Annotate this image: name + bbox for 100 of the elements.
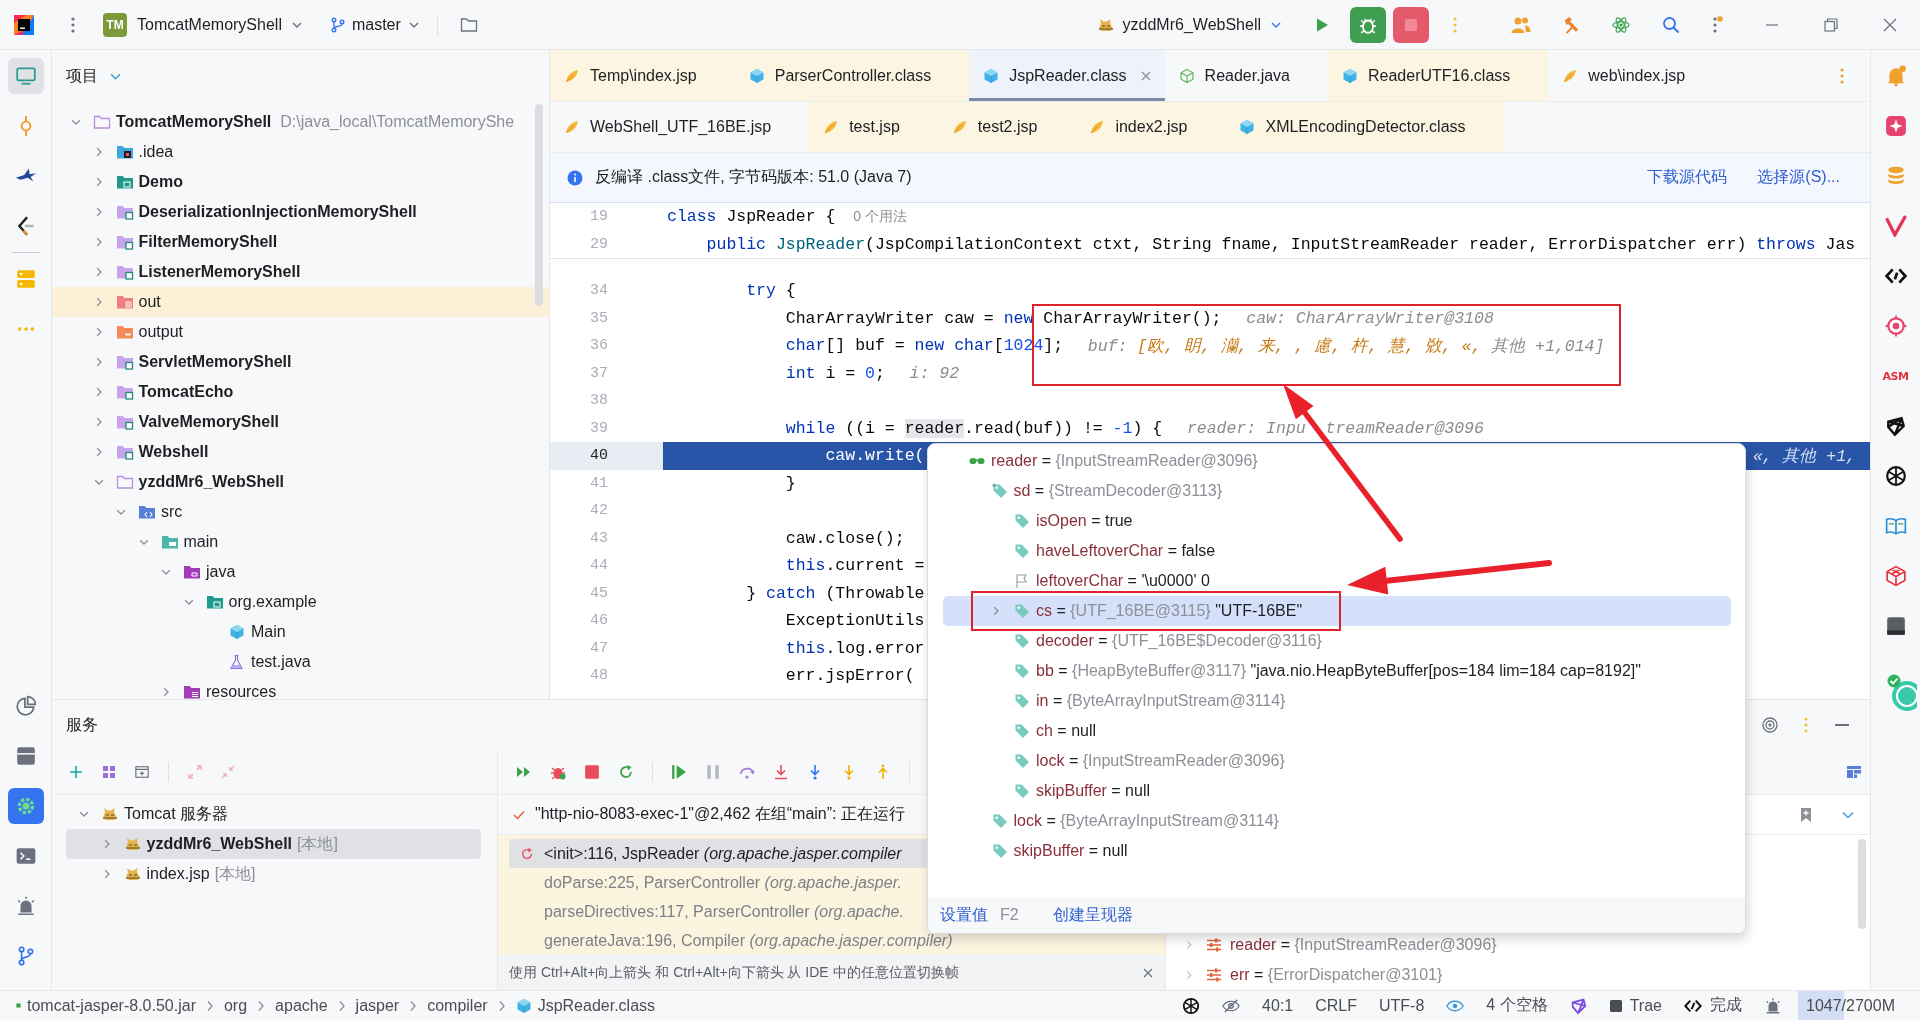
variable-entry[interactable]: in = {ByteArrayInputStream@3114} — [1036, 692, 1286, 710]
tree-item[interactable]: resources — [206, 683, 277, 699]
tree-item[interactable]: java — [206, 563, 236, 581]
tree-item[interactable]: DeserializationInjectionMemoryShell — [138, 203, 417, 221]
highlighted-row[interactable]: out — [52, 287, 549, 317]
branch-selector[interactable]: master — [329, 7, 419, 42]
chevron-icon[interactable] — [79, 809, 89, 819]
target-icon[interactable] — [1884, 315, 1907, 337]
editor-tab[interactable]: test.jsp — [809, 102, 938, 152]
more-icon[interactable] — [1840, 68, 1844, 84]
editor-tab[interactable]: Temp\index.jsp — [550, 50, 735, 101]
chevron-down-icon[interactable] — [1842, 810, 1854, 819]
variable-entry[interactable]: skipBuffer = null — [1036, 782, 1150, 800]
chevron-icon[interactable] — [183, 597, 194, 607]
tree-item[interactable]: Main — [251, 623, 286, 641]
wheel-icon[interactable] — [1884, 465, 1907, 487]
editor-tab[interactable]: ReaderUTF16.class — [1328, 50, 1549, 101]
breadcrumb[interactable]: jasper — [355, 996, 400, 1015]
tree-item[interactable]: .idea — [138, 143, 174, 161]
set-value-link[interactable]: 设置值 — [940, 904, 988, 926]
thread-selector[interactable]: "http-nio-8083-exec-1"@2,462 在组“main”: 正在运行 — [535, 804, 905, 825]
menu-icon[interactable] — [71, 16, 75, 33]
editor-tab[interactable]: JspReader.class — [969, 50, 1165, 101]
variable-entry[interactable]: isOpen = true — [1036, 512, 1133, 530]
selected-row[interactable]: yzddMr6_WebShell [本地] — [66, 829, 481, 859]
chevron-icon[interactable] — [138, 537, 149, 547]
variable-entry[interactable]: skipBuffer = null — [1013, 842, 1128, 860]
editor-tab[interactable]: ParserController.class — [734, 50, 970, 101]
tree-item[interactable]: index.jsp — [146, 865, 210, 883]
scrollbar-thumb[interactable] — [1858, 839, 1866, 929]
tree-item[interactable]: src — [161, 503, 183, 521]
people-icon[interactable] — [1511, 15, 1531, 34]
atom-icon[interactable] — [1611, 15, 1631, 34]
resume-all-icon[interactable] — [516, 764, 532, 780]
editor-tab[interactable]: web\index.jsp — [1548, 50, 1724, 101]
ai-status[interactable]: 完成 — [1710, 995, 1742, 1016]
editor-tab[interactable]: test2.jsp — [937, 102, 1076, 152]
chevron-icon[interactable] — [161, 567, 171, 577]
close-icon[interactable] — [1143, 967, 1153, 978]
editor-tab[interactable]: Reader.java — [1164, 50, 1328, 101]
tree-item[interactable]: org.example — [228, 593, 317, 611]
variable-entry[interactable]: reader = {InputStreamReader@3096} — [1230, 936, 1497, 954]
stack-frame[interactable]: <init>:116, JspReader (org.apache.jasper.compiler — [544, 844, 902, 863]
variable-entry[interactable]: ch = null — [1036, 722, 1097, 740]
sparkle-icon[interactable] — [1884, 115, 1907, 137]
chevron-icon[interactable] — [1184, 970, 1194, 980]
tree-item[interactable]: FilterMemoryShell — [138, 233, 278, 251]
chevron-icon[interactable] — [991, 606, 1001, 616]
book-icon[interactable] — [1884, 515, 1907, 537]
panel-title[interactable]: 项目 — [66, 65, 98, 87]
editor-tab[interactable]: index2.jsp — [1075, 102, 1226, 152]
variable-entry[interactable]: bb = {HeapByteBuffer@3117} "java.nio.HeapByteBuffer[pos=184 lim=184 cap=8192]" — [1036, 662, 1641, 680]
stack-frame[interactable]: generateJava:196, Compiler (org.apache.jasper.compiler) — [544, 931, 953, 950]
wheel-icon[interactable] — [1182, 996, 1201, 1015]
tree-item[interactable]: ListenerMemoryShell — [138, 263, 301, 281]
folder-icon[interactable] — [459, 16, 478, 33]
search-icon[interactable] — [1661, 15, 1681, 34]
pause-icon[interactable] — [705, 764, 721, 780]
app-logo-icon[interactable] — [14, 14, 34, 35]
step-into-icon[interactable] — [773, 764, 789, 780]
selected-tool-button[interactable] — [7, 788, 44, 824]
close-icon[interactable] — [1883, 17, 1897, 32]
rerun-icon[interactable] — [618, 764, 634, 780]
plus-icon[interactable] — [69, 765, 83, 779]
tree-item[interactable]: main — [183, 533, 219, 551]
asm-logo[interactable]: ASM — [1882, 369, 1909, 383]
alarm-light-icon[interactable] — [1764, 996, 1782, 1015]
expand-icon[interactable] — [188, 765, 202, 779]
add-window-icon[interactable] — [135, 765, 149, 779]
caret-position[interactable]: 40:1 — [1262, 996, 1294, 1015]
debug-button[interactable] — [1350, 6, 1386, 43]
breadcrumb[interactable]: JspReader.class — [537, 996, 656, 1015]
caret-icon[interactable] — [110, 72, 121, 80]
collapse-icon[interactable] — [221, 765, 235, 779]
square-icon[interactable] — [1884, 615, 1907, 637]
v-logo-icon[interactable] — [1884, 215, 1907, 237]
selected-row[interactable]: cs = {UTF_16BE@3115} "UTF-16BE" — [943, 596, 1731, 626]
restore-icon[interactable] — [1824, 17, 1838, 32]
close-icon[interactable] — [1140, 70, 1151, 81]
chevron-icon[interactable] — [71, 117, 81, 127]
variable-entry[interactable]: cs = {UTF_16BE@3115} "UTF-16BE" — [1036, 602, 1303, 620]
terminal-icon[interactable] — [14, 845, 37, 867]
tree-item[interactable]: Demo — [138, 173, 183, 191]
project-selector[interactable]: TM TomcatMemoryShell — [103, 7, 302, 42]
tree-item[interactable]: Webshell — [138, 443, 209, 461]
tree-item[interactable]: test.java — [251, 653, 311, 671]
cube-icon[interactable] — [1884, 565, 1907, 587]
variable-entry[interactable]: sd = {StreamDecoder@3113} — [1013, 482, 1223, 500]
variable-entry[interactable]: err = {ErrorDispatcher@3101} — [1230, 966, 1443, 984]
variable-entry[interactable]: reader = {InputStreamReader@3096} — [991, 452, 1258, 470]
tree-item[interactable]: yzddMr6_WebShell — [146, 835, 292, 853]
tree-item[interactable]: TomcatEcho — [138, 383, 234, 401]
banner-link[interactable]: 下载源代码 — [1647, 167, 1728, 188]
breadcrumb[interactable]: apache — [275, 996, 328, 1015]
run-configuration-selector[interactable]: yzddMr6_WebShell — [1096, 7, 1281, 42]
variable-entry[interactable]: lock = {InputStreamReader@3096} — [1036, 752, 1285, 770]
editor-tab[interactable]: WebShell_UTF_16BE.jsp — [550, 102, 810, 152]
file-encoding[interactable]: UTF-8 — [1379, 996, 1425, 1015]
tree-item[interactable]: yzddMr6_WebShell — [138, 473, 284, 491]
grid-icon[interactable] — [102, 765, 116, 779]
